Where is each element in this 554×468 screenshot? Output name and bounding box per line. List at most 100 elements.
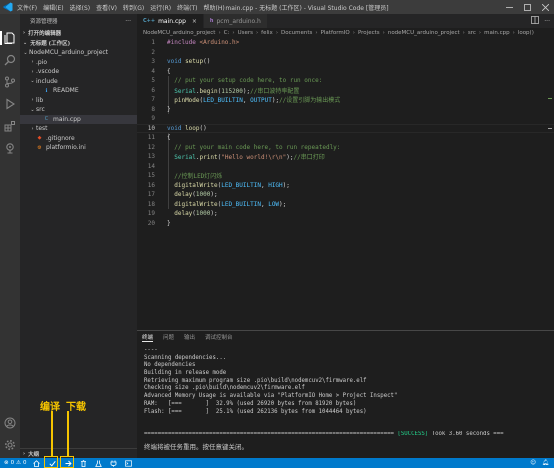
code-text: Serial.print("Hello world!\r\n");//串口打印 <box>167 152 325 161</box>
code-token: ); <box>282 181 290 189</box>
code-token: "Hello world!\r\n" <box>221 154 287 162</box>
menu-item[interactable]: 转到(G) <box>123 3 144 12</box>
breadcrumb: NodeMCU_arduino_project › C: › Users › felix › D… <box>137 28 554 38</box>
notifications-icon[interactable]: 🔔︎ <box>542 460 549 466</box>
chevron-down-icon: ⌄ <box>30 106 35 113</box>
run-debug-icon[interactable] <box>3 97 17 111</box>
explorer-sidebar: 资源管理器 ··· › 打开的编辑器 ⌄ 无标题 (工作区) ⌄ NodeMCU_… <box>20 14 137 458</box>
warning-count: 0 <box>23 460 27 466</box>
chevron-right-icon: › <box>23 450 26 457</box>
open-editors-section[interactable]: › 打开的编辑器 <box>20 28 137 38</box>
code-token: ); <box>210 191 218 199</box>
serial-monitor-button[interactable] <box>110 460 117 467</box>
breadcrumb-item[interactable]: src <box>468 30 476 36</box>
breadcrumb-item[interactable]: Documents <box>281 30 312 36</box>
problems-status[interactable]: ⊗ 0 ⚠ 0 <box>4 460 27 466</box>
code-text: digitalWrite(LED_BUILTIN, LOW); <box>167 201 286 208</box>
code-line: 3 void setup() <box>137 57 554 67</box>
tree-item[interactable]: › .pio <box>20 58 137 68</box>
code-text: delay(1000); <box>167 210 217 217</box>
test-button[interactable] <box>94 460 102 467</box>
code-token: #include <box>167 39 200 47</box>
breadcrumb-item[interactable]: main.cpp <box>484 30 510 36</box>
tree-item[interactable]: › test <box>20 124 137 134</box>
error-icon: ⊗ <box>4 460 9 466</box>
close-tab-icon[interactable]: × <box>192 18 197 25</box>
clean-button[interactable] <box>80 459 87 467</box>
menu-item[interactable]: 编辑(E) <box>43 3 63 12</box>
terminal-output[interactable]: ---- Scanning dependencies... No dependenc… <box>144 347 550 437</box>
bottom-panel: 终端 问题 输出 调试控制台 ---- Scanning dependencies...… <box>137 330 554 458</box>
menu-item[interactable]: 运行(R) <box>150 3 171 12</box>
explorer-icon[interactable] <box>3 31 17 45</box>
breadcrumb-item[interactable]: loop() <box>518 30 534 36</box>
breadcrumb-item[interactable]: PlatformIO <box>321 30 350 36</box>
outline-label: 大纲 <box>28 451 40 458</box>
code-token: print <box>199 154 218 162</box>
line-number: 2 <box>151 48 155 56</box>
extensions-icon[interactable] <box>3 119 17 133</box>
editor-tabs: C++ main.cpp × h pcm_arduino.h ··· <box>137 14 554 28</box>
tree-item[interactable]: ◆ .gitignore <box>20 134 137 144</box>
code-token: Serial <box>174 154 196 162</box>
source-control-icon[interactable] <box>3 75 17 89</box>
code-line: 15 //控制LED灯闪烁 <box>137 171 554 181</box>
tree-item[interactable]: Cmain.cpp <box>20 114 137 124</box>
editor-tab[interactable]: C++ main.cpp × <box>137 14 204 28</box>
chevron-right-icon: › <box>352 30 355 36</box>
panel-tab[interactable]: 问题 <box>163 333 174 341</box>
panel-tab[interactable]: 终端 <box>142 333 154 342</box>
tree-item[interactable]: ⌄ include <box>20 77 137 87</box>
menu-item[interactable]: 文件(F) <box>17 3 37 12</box>
tab-label: pcm_arduino.h <box>216 17 261 25</box>
split-editor-icon[interactable] <box>531 16 540 26</box>
code-editor[interactable]: 1 #include <Arduino.h> 2 3 void setup() 4{5 /… <box>137 38 554 330</box>
code-token: ); <box>286 154 294 162</box>
breadcrumb-item[interactable]: Projects <box>358 30 380 36</box>
settings-gear-icon[interactable] <box>3 438 17 452</box>
minimize-button[interactable] <box>500 0 518 14</box>
account-icon[interactable] <box>3 416 17 430</box>
tree-item[interactable]: › lib <box>20 96 137 106</box>
editor-actions: ··· <box>531 14 554 28</box>
panel-tab[interactable]: 输出 <box>184 333 195 341</box>
more-actions-icon[interactable]: ··· <box>544 18 550 25</box>
feedback-icon[interactable]: ☺ <box>530 460 536 466</box>
terminal-line: ---- <box>144 347 158 353</box>
editor-tab[interactable]: h pcm_arduino.h <box>203 14 268 28</box>
tree-item[interactable]: ⌄ src <box>20 105 137 115</box>
breadcrumb-item[interactable]: Users <box>238 30 253 36</box>
code-token: { <box>167 67 171 75</box>
explorer-title-text: 资源管理器 <box>30 19 58 25</box>
code-token: // put your setup code here, to run once… <box>174 77 323 85</box>
tree-item[interactable]: › .vscode <box>20 67 137 77</box>
breadcrumb-item[interactable]: nodeMCU_arduino_project <box>388 30 460 36</box>
more-actions-icon[interactable]: ··· <box>125 18 131 25</box>
tree-item[interactable]: ℹ README <box>20 86 137 96</box>
outline-section[interactable]: › 大纲 <box>20 448 137 458</box>
chevron-right-icon: › <box>512 30 515 36</box>
platformio-icon[interactable] <box>3 141 17 155</box>
maximize-button[interactable] <box>518 0 536 14</box>
plug-icon <box>110 460 116 467</box>
workspace-section[interactable]: ⌄ 无标题 (工作区) <box>20 38 137 48</box>
menu-item[interactable]: 帮助(H) <box>203 3 224 12</box>
panel-tab[interactable]: 调试控制台 <box>205 333 233 341</box>
tree-item-label: .gitignore <box>46 134 75 142</box>
terminal-line: Retrieving maximum program size .pio\bui… <box>144 377 367 384</box>
search-icon[interactable] <box>3 53 17 67</box>
menu-item[interactable]: 选择(S) <box>70 3 91 12</box>
home-button[interactable] <box>32 459 40 467</box>
tree-item[interactable]: ⚙ platformio.ini <box>20 143 137 153</box>
tree-item-label: test <box>36 125 48 133</box>
breadcrumb-item[interactable]: felix <box>261 30 273 36</box>
tree-item[interactable]: ⌄ NodeMCU_arduino_project <box>20 48 137 58</box>
close-button[interactable] <box>536 0 554 14</box>
menu-item[interactable]: 查看(V) <box>96 3 117 12</box>
breadcrumb-item[interactable]: NodeMCU_arduino_project <box>143 30 215 36</box>
menu-item[interactable]: 终端(T) <box>177 3 197 12</box>
code-text: { <box>167 68 171 75</box>
chevron-down-icon: ⌄ <box>23 49 28 56</box>
terminal-button[interactable] <box>124 459 132 467</box>
breadcrumb-item[interactable]: C: <box>224 30 230 36</box>
